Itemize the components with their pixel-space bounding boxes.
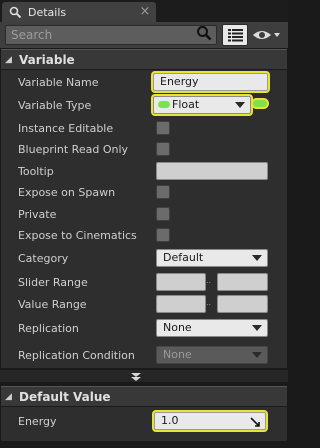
category-dropdown[interactable]: Default — [156, 249, 268, 267]
advanced-expander[interactable] — [0, 370, 288, 382]
label-blueprint-read-only: Blueprint Read Only — [18, 142, 129, 156]
row-energy-default: Energy 1.0 — [1, 410, 287, 432]
row-private: Private — [1, 203, 287, 225]
variable-panel: Variable Name Energy Variable Type Float… — [1, 70, 287, 368]
container-type-pill-icon[interactable] — [253, 100, 267, 107]
resize-arrow-icon — [250, 416, 260, 432]
value-range-min-input[interactable] — [156, 295, 206, 313]
row-value-range: Value Range .. — [1, 293, 287, 315]
chevron-down-icon — [252, 255, 262, 261]
label-variable-type: Variable Type — [18, 98, 92, 112]
expose-to-cinematics-checkbox[interactable] — [156, 228, 170, 242]
label-tooltip: Tooltip — [18, 164, 54, 178]
label-private: Private — [18, 207, 57, 221]
label-slider-range: Slider Range — [18, 275, 88, 289]
energy-default-value: 1.0 — [161, 414, 179, 427]
variable-name-input[interactable]: Energy — [153, 73, 268, 91]
row-expose-to-cinematics: Expose to Cinematics — [1, 224, 287, 246]
label-variable-name: Variable Name — [18, 75, 99, 89]
category-value: Default — [163, 251, 204, 264]
float-type-pill-icon — [158, 101, 170, 108]
row-category: Category Default — [1, 247, 287, 269]
collapse-arrow-icon: ◢ — [5, 54, 12, 65]
row-replication: Replication None — [1, 317, 287, 339]
row-blueprint-read-only: Blueprint Read Only — [1, 138, 287, 160]
section-default-value-header[interactable]: ◢ Default Value — [1, 386, 287, 406]
label-category: Category — [18, 251, 69, 265]
row-tooltip: Tooltip — [1, 160, 287, 182]
slider-range-separator: .. — [206, 276, 212, 285]
magnifier-icon — [8, 5, 22, 19]
visibility-button[interactable] — [252, 25, 282, 45]
row-instance-editable: Instance Editable — [1, 117, 287, 139]
section-title: Default Value — [19, 389, 111, 404]
list-view-button[interactable] — [222, 24, 248, 46]
collapse-arrow-icon: ◢ — [5, 391, 12, 402]
label-instance-editable: Instance Editable — [18, 121, 114, 135]
expose-on-spawn-checkbox[interactable] — [156, 185, 170, 199]
default-value-panel: Energy 1.0 — [1, 407, 287, 441]
search-icon[interactable] — [196, 25, 212, 41]
tooltip-input[interactable] — [156, 162, 268, 180]
chevron-down-icon — [235, 102, 245, 108]
value-range-max-input[interactable] — [217, 295, 268, 313]
tab-title: Details — [28, 5, 67, 19]
slider-range-min-input[interactable] — [156, 273, 206, 291]
label-value-range: Value Range — [18, 297, 87, 311]
close-icon[interactable]: × — [138, 5, 152, 19]
slider-range-max-input[interactable] — [217, 273, 268, 291]
label-expose-to-cinematics: Expose to Cinematics — [18, 228, 137, 242]
instance-editable-checkbox[interactable] — [156, 121, 170, 135]
label-replication-condition: Replication Condition — [18, 348, 135, 362]
list-view-icon — [228, 29, 243, 45]
label-expose-on-spawn: Expose on Spawn — [18, 185, 116, 199]
blueprint-read-only-checkbox[interactable] — [156, 142, 170, 156]
replication-dropdown[interactable]: None — [156, 319, 268, 337]
row-expose-on-spawn: Expose on Spawn — [1, 181, 287, 203]
row-variable-name: Variable Name Energy — [1, 71, 287, 93]
tab-details[interactable]: Details × — [2, 2, 156, 22]
private-checkbox[interactable] — [156, 207, 170, 221]
energy-default-input[interactable]: 1.0 — [154, 412, 266, 430]
variable-type-value: Float — [172, 98, 200, 111]
replication-condition-dropdown: None — [156, 346, 268, 364]
section-title: Variable — [19, 52, 75, 67]
row-slider-range: Slider Range .. — [1, 271, 287, 293]
label-replication: Replication — [18, 321, 79, 335]
replication-value: None — [163, 321, 192, 334]
chevron-down-icon — [252, 352, 262, 358]
row-replication-condition: Replication Condition None — [1, 344, 287, 366]
search-input[interactable]: Search — [5, 25, 217, 45]
label-energy: Energy — [18, 414, 57, 428]
section-variable-header[interactable]: ◢ Variable — [1, 49, 287, 69]
expand-down-icon — [131, 372, 141, 385]
eye-icon — [252, 27, 282, 46]
replication-condition-value: None — [163, 348, 192, 361]
toolbar: Search — [0, 22, 288, 48]
variable-type-dropdown[interactable]: Float — [153, 96, 251, 114]
row-variable-type: Variable Type Float — [1, 94, 287, 116]
value-range-separator: .. — [206, 298, 212, 307]
chevron-down-icon — [252, 325, 262, 331]
tab-bar: Details × — [0, 0, 288, 22]
